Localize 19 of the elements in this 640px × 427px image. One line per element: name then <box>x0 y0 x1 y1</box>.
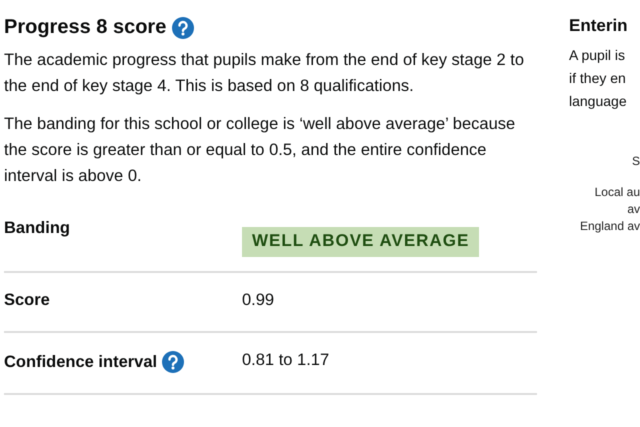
row-label: Score <box>4 291 50 310</box>
chart-label: Local au <box>594 184 640 201</box>
row-value: 0.81 to 1.17 <box>242 351 330 370</box>
row-label: Confidence interval <box>4 352 158 372</box>
section-title: Progress 8 score <box>4 16 166 39</box>
help-icon[interactable] <box>162 351 184 373</box>
chart-label: S <box>632 153 640 170</box>
description-line: A pupil is <box>569 46 626 65</box>
description-line: if they en <box>569 69 627 88</box>
banding-tag: WELL ABOVE AVERAGE <box>242 227 480 257</box>
description-line: language <box>569 92 628 111</box>
row-value: 0.99 <box>242 291 276 310</box>
row-label: Banding <box>4 219 70 238</box>
help-icon[interactable] <box>172 16 194 38</box>
chart-label: av <box>627 201 640 218</box>
description: The banding for this school or college is ‘well above average’ because the score is greater than or equal to 0.5, and the entire confidence interval is above 0. <box>4 114 516 187</box>
section-title: Enterin <box>569 16 628 36</box>
chart-label: England av <box>580 218 640 235</box>
description: The academic progress that pupils make from the end of key stage 2 to the end of key stage 4. This is based on 8 qualifications. <box>4 50 526 97</box>
